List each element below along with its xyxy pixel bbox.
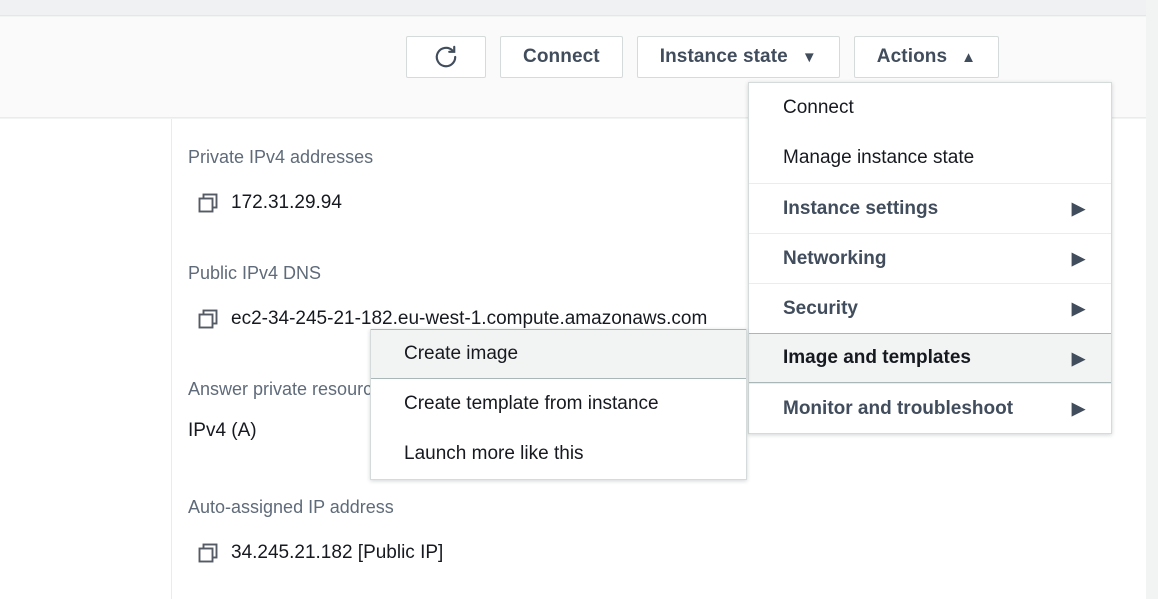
field-value: 34.245.21.182 [Public IP]	[231, 541, 443, 565]
instance-state-button[interactable]: Instance state ▼	[637, 36, 840, 78]
field-auto-assigned-ip-address: Auto-assigned IP address	[188, 496, 394, 518]
chevron-right-icon: ▶	[1072, 200, 1085, 217]
menu-item-connect[interactable]: Connect	[749, 83, 1111, 133]
field-value: 172.31.29.94	[231, 191, 342, 215]
field-private-ipv4-addresses: Private IPv4 addresses	[188, 146, 373, 168]
menu-item-label: Image and templates	[783, 347, 971, 369]
menu-item-networking[interactable]: Networking ▶	[749, 233, 1111, 283]
chevron-right-icon: ▶	[1072, 400, 1085, 417]
instance-state-button-label: Instance state	[660, 46, 788, 68]
menu-item-label: Manage instance state	[783, 147, 974, 169]
page-top-strip	[0, 0, 1146, 16]
refresh-button[interactable]	[406, 36, 486, 78]
submenu-item-label: Create image	[404, 343, 518, 365]
field-label: Auto-assigned IP address	[188, 496, 394, 518]
menu-item-manage-instance-state[interactable]: Manage instance state	[749, 133, 1111, 183]
field-value-answer-private-resource-dns-name: IPv4 (A)	[188, 419, 257, 443]
menu-item-monitor-and-troubleshoot[interactable]: Monitor and troubleshoot ▶	[749, 383, 1111, 433]
connect-button[interactable]: Connect	[500, 36, 623, 78]
chevron-right-icon: ▶	[1072, 350, 1085, 367]
menu-item-instance-settings[interactable]: Instance settings ▶	[749, 183, 1111, 233]
instance-toolbar: Connect Instance state ▼ Actions ▲	[406, 36, 999, 78]
field-value-public-ipv4-dns: ec2-34-245-21-182.eu-west-1.compute.amaz…	[197, 307, 707, 331]
actions-button[interactable]: Actions ▲	[854, 36, 999, 78]
field-value: ec2-34-245-21-182.eu-west-1.compute.amaz…	[231, 307, 707, 331]
actions-dropdown-menu: Connect Manage instance state Instance s…	[748, 82, 1112, 434]
field-public-ipv4-dns: Public IPv4 DNS	[188, 262, 321, 284]
menu-item-label: Connect	[783, 97, 854, 119]
menu-item-security[interactable]: Security ▶	[749, 283, 1111, 333]
chevron-down-icon: ▼	[802, 50, 817, 65]
submenu-item-label: Create template from instance	[404, 393, 659, 415]
image-and-templates-submenu: Create image Create template from instan…	[370, 329, 747, 480]
submenu-item-create-image[interactable]: Create image	[371, 329, 746, 379]
right-gutter	[1146, 0, 1158, 599]
field-value-private-ipv4-addresses: 172.31.29.94	[197, 191, 342, 215]
menu-item-label: Monitor and troubleshoot	[783, 398, 1013, 420]
connect-button-label: Connect	[523, 46, 600, 68]
menu-item-label: Security	[783, 298, 858, 320]
copy-icon[interactable]	[197, 192, 219, 214]
field-value: IPv4 (A)	[188, 419, 257, 443]
menu-item-label: Networking	[783, 248, 886, 270]
actions-button-label: Actions	[877, 46, 947, 68]
chevron-up-icon: ▲	[961, 50, 976, 65]
refresh-icon	[433, 44, 459, 70]
submenu-item-launch-more-like-this[interactable]: Launch more like this	[371, 429, 746, 479]
field-label: Public IPv4 DNS	[188, 262, 321, 284]
copy-icon[interactable]	[197, 542, 219, 564]
menu-item-image-and-templates[interactable]: Image and templates ▶	[749, 333, 1111, 383]
submenu-item-label: Launch more like this	[404, 443, 584, 465]
field-value-auto-assigned-ip-address: 34.245.21.182 [Public IP]	[197, 541, 443, 565]
column-divider	[171, 119, 172, 599]
field-label: Private IPv4 addresses	[188, 146, 373, 168]
submenu-item-create-template-from-instance[interactable]: Create template from instance	[371, 379, 746, 429]
app-root: Connect Instance state ▼ Actions ▲ Priva…	[0, 0, 1158, 599]
menu-item-label: Instance settings	[783, 198, 938, 220]
chevron-right-icon: ▶	[1072, 250, 1085, 267]
copy-icon[interactable]	[197, 308, 219, 330]
chevron-right-icon: ▶	[1072, 300, 1085, 317]
